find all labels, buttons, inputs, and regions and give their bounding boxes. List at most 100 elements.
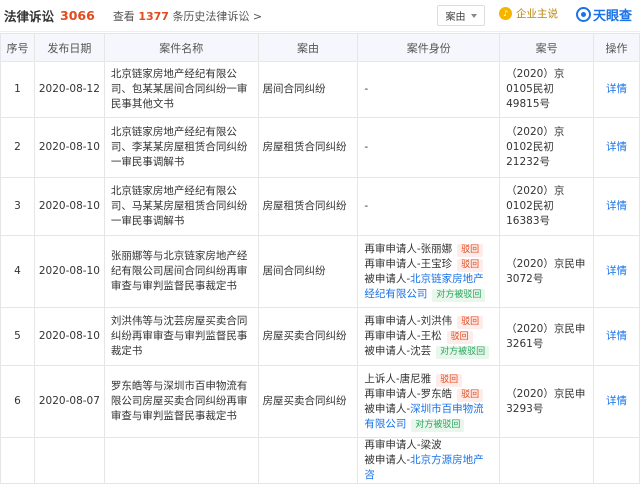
row-reason: 房屋买卖合同纠纷 [257,365,359,438]
table-header-row: 序号 发布日期 案件名称 案由 案件身份 案号 操作 [0,33,640,62]
lawsuit-table: 序号 发布日期 案件名称 案由 案件身份 案号 操作 1 2020-08-12 北京… [0,33,640,484]
row-case-number [499,437,595,484]
col-action: 操作 [593,33,640,62]
case-name-link[interactable]: 北京链家房地产经纪有限公司、马某某房屋租赁合同纠纷一审民事调解书 [103,177,259,236]
history-suffix: 条历史法律诉讼 > [172,9,263,23]
details-link[interactable] [593,437,640,484]
identity-entry: - [364,82,493,97]
identity-party: 梁波 [420,439,442,451]
row-case-number: （2020）京0105民初49815号 [499,61,595,118]
history-count: 1377 [138,9,169,23]
identity-role: 再审申请人- [364,387,421,400]
col-case-number: 案号 [499,33,595,62]
judgment-tag: 驳回 [457,316,484,329]
row-index: 2 [0,117,35,178]
row-identity: 上诉人-唐尼雅 驳回 再审申请人-罗东皓 驳回 被申请人-深圳市百申物流有限公司 对方被驳… [357,365,501,438]
row-case-number: （2020）京0102民初21232号 [499,117,595,178]
judgment-tag: 驳回 [457,258,484,272]
row-reason: 房屋租赁合同纠纷 [257,177,359,236]
identity-party: 唐尼雅 [399,372,432,385]
identity-entry: 被申请人-深圳市百申物流有限公司 对方被驳回 [364,402,493,432]
row-date: 2020-08-10 [33,117,105,178]
identity-role: 被申请人- [364,454,411,466]
row-identity: 再审申请人-刘洪伟 驳回 再审申请人-王松 驳回 被申请人-沈芸 对方被驳回 [357,307,501,366]
col-identity: 案件身份 [357,33,501,62]
case-name-link[interactable]: 张丽娜等与北京链家房地产经纪有限公司居间合同纠纷再审审查与审判监督民事裁定书 [103,235,259,308]
col-index: 序号 [0,33,35,62]
identity-text: - [364,141,369,153]
identity-entry: 再审申请人-刘洪伟 驳回 [364,314,493,329]
identity-party: 沈芸 [410,345,432,357]
row-date: 2020-08-07 [33,365,105,438]
row-reason: 居间合同纠纷 [257,235,359,308]
section-title: 法律诉讼 [4,9,55,24]
identity-role: 再审申请人- [364,242,421,255]
identity-role: 再审申请人- [364,330,421,342]
row-date: 2020-08-10 [33,235,105,308]
details-link[interactable]: 详情 [593,177,640,236]
row-case-number: （2020）京0102民初16383号 [499,177,595,236]
table-row: 再审申请人-梁波 被申请人-北京方源房地产咨 [0,437,640,484]
table-row: 3 2020-08-10 北京链家房地产经纪有限公司、马某某房屋租赁合同纠纷一审民事… [0,177,640,236]
details-link[interactable]: 详情 [593,307,640,366]
identity-entry: 再审申请人-王宝珍 驳回 [364,257,493,272]
row-identity: - [357,61,501,118]
details-link[interactable]: 详情 [593,235,640,308]
row-index [0,437,35,484]
judgment-tag: 驳回 [446,331,473,344]
identity-party: 刘洪伟 [420,315,453,327]
table-row: 6 2020-08-07 罗东皓等与深圳市百申物流有限公司房屋买卖合同纠纷再审审查与… [0,365,640,438]
identity-role: 被申请人- [364,272,411,285]
identity-role: 上诉人- [364,372,400,385]
case-name-link[interactable] [103,437,259,484]
row-index: 3 [0,177,35,236]
case-name-link[interactable]: 刘洪伟等与沈芸房屋买卖合同纠纷再审审查与审判监督民事裁定书 [103,307,259,366]
bell-icon: ♪ [499,7,512,20]
judgment-tag: 驳回 [457,388,484,402]
history-lawsuits-link[interactable]: 查看 1377 条历史法律诉讼 > [113,8,262,24]
col-reason: 案由 [257,33,359,62]
identity-role: 再审申请人- [364,315,421,327]
identity-entry: 再审申请人-罗东皓 驳回 [364,387,493,402]
owner-says-label: 企业主说 [516,8,558,20]
judgment-tag: 对方被驳回 [411,418,465,432]
row-index: 1 [0,61,35,118]
details-link[interactable]: 详情 [593,365,640,438]
row-reason: 房屋租赁合同纠纷 [257,117,359,178]
identity-text: - [364,83,369,95]
row-index: 6 [0,365,35,438]
table-row: 1 2020-08-12 北京链家房地产经纪有限公司、包某某居间合同纠纷一审民事其他… [0,61,640,118]
caret-down-icon [470,13,477,18]
identity-party: 王宝珍 [420,257,453,270]
identity-role: 被申请人- [364,402,411,415]
row-reason: 居间合同纠纷 [257,61,359,118]
row-identity: - [357,117,501,178]
case-name-link[interactable]: 罗东皓等与深圳市百申物流有限公司房屋买卖合同纠纷再审审查与审判监督民事裁定书 [103,365,259,438]
case-name-link[interactable]: 北京链家房地产经纪有限公司、李某某房屋租赁合同纠纷一审民事调解书 [103,117,259,178]
identity-entry: - [364,199,493,214]
identity-entry: 再审申请人-梁波 [364,438,493,453]
owner-says-button[interactable]: ♪ 企业主说 [499,6,558,21]
details-link[interactable]: 详情 [593,117,640,178]
row-reason [257,437,359,484]
table-row: 2 2020-08-10 北京链家房地产经纪有限公司、李某某房屋租赁合同纠纷一审民事… [0,117,640,178]
row-reason: 房屋买卖合同纠纷 [257,307,359,366]
details-link[interactable]: 详情 [593,61,640,118]
judgment-tag: 驳回 [436,373,463,387]
row-date [33,437,105,484]
identity-entry: 再审申请人-张丽娜 驳回 [364,242,493,257]
identity-entry: 再审申请人-王松 驳回 [364,329,493,344]
row-index: 4 [0,235,35,308]
table-row: 4 2020-08-10 张丽娜等与北京链家房地产经纪有限公司居间合同纠纷再审审查与… [0,235,640,308]
judgment-tag: 对方被驳回 [432,288,486,302]
identity-role: 再审申请人- [364,439,421,451]
lawsuit-count: 3066 [60,8,95,23]
identity-party: 张丽娜 [420,242,453,255]
case-name-link[interactable]: 北京链家房地产经纪有限公司、包某某居间合同纠纷一审民事其他文书 [103,61,259,118]
identity-text: - [364,200,369,212]
row-date: 2020-08-10 [33,307,105,366]
case-reason-dropdown[interactable]: 案由 [437,5,485,26]
row-date: 2020-08-10 [33,177,105,236]
section-header: 法律诉讼 3066 查看 1377 条历史法律诉讼 > 案由 ♪ 企业主说 天眼查 [0,0,640,32]
row-identity: - [357,177,501,236]
